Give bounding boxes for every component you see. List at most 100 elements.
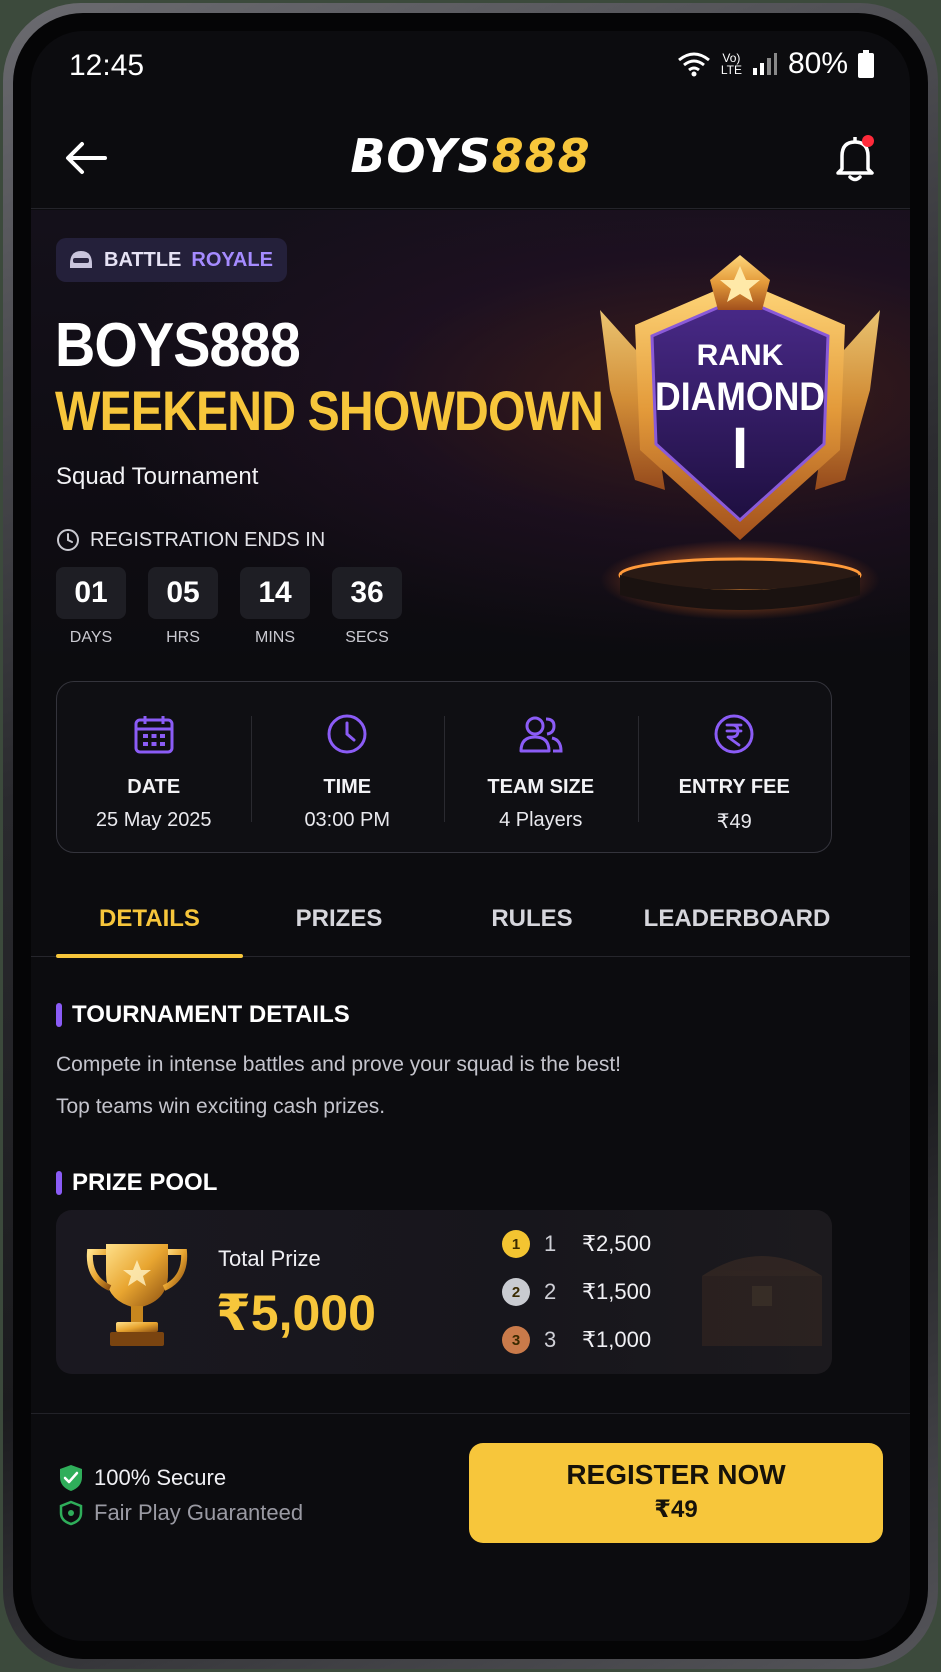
bronze-medal-icon: 3 xyxy=(502,1326,530,1354)
battery-icon xyxy=(858,50,874,78)
tab-leaderboard[interactable]: LEADERBOARD xyxy=(629,877,845,957)
tab-details[interactable]: DETAILS xyxy=(56,877,243,958)
hero-banner: BATTLE ROYALE BOYS888 WEEKEND SHOWDOWN S… xyxy=(31,210,910,670)
prize-place-3: 3 3 ₹1,000 xyxy=(502,1326,651,1354)
secure-text: 100% Secure xyxy=(94,1465,227,1490)
shield-icon xyxy=(59,1500,83,1526)
hero-title-line2: WEEKEND SHOWDOWN xyxy=(55,379,604,442)
bottom-action-bar: 100% Secure Fair Play Guaranteed REGISTE… xyxy=(31,1413,910,1563)
total-prize-label: Total Prize xyxy=(218,1246,321,1271)
prize-pool-card: Total Prize ₹5,000 1 1 ₹2,500 2 2 ₹1,500… xyxy=(56,1210,832,1374)
helmet-icon xyxy=(70,251,92,268)
mode-badge-text-royale: ROYALE xyxy=(191,248,273,271)
phone-bezel: 12:45 Vo) LTE 80% BOYS888 BATTLE ROYALE … xyxy=(13,13,928,1659)
lte-indicator: Vo) LTE xyxy=(721,52,742,76)
prize-place-1: 1 1 ₹2,500 xyxy=(502,1230,651,1258)
info-date: DATE 25 May 2025 xyxy=(57,682,251,852)
status-icons: Vo) LTE 80% xyxy=(677,47,874,81)
brand-logo-white: BOYS xyxy=(350,129,492,183)
registration-label: REGISTRATION ENDS IN xyxy=(56,528,325,552)
tab-rules[interactable]: RULES xyxy=(435,877,629,957)
users-icon xyxy=(519,716,563,753)
place-number: 3 xyxy=(544,1327,557,1352)
status-time: 12:45 xyxy=(69,49,145,82)
clock-icon xyxy=(327,714,367,754)
countdown-days: 01 DAYS xyxy=(56,567,126,647)
phone-frame: 12:45 Vo) LTE 80% BOYS888 BATTLE ROYALE … xyxy=(3,3,938,1669)
clock-icon xyxy=(57,529,79,551)
section-accent-bar xyxy=(56,1171,62,1195)
mode-badge: BATTLE ROYALE xyxy=(56,238,287,282)
place-amount: ₹1,500 xyxy=(582,1279,652,1304)
gold-medal-icon: 1 xyxy=(502,1230,530,1258)
wifi-icon xyxy=(677,52,710,77)
countdown-minutes: 14 MINS xyxy=(240,567,310,647)
info-label: ENTRY FEE xyxy=(678,776,790,798)
registration-label-text: REGISTRATION ENDS IN xyxy=(90,528,326,551)
info-value: ₹49 xyxy=(716,811,752,833)
mode-badge-text-battle: BATTLE xyxy=(104,248,182,271)
info-label: TEAM SIZE xyxy=(487,776,595,798)
info-label: TIME xyxy=(323,776,372,798)
countdown: 01 DAYS 05 HRS 14 MINS 36 SECS xyxy=(56,567,402,647)
notifications-button[interactable] xyxy=(828,131,882,185)
tab-prizes[interactable]: PRIZES xyxy=(243,877,435,957)
place-amount: ₹1,000 xyxy=(582,1327,652,1352)
section-heading-text: PRIZE POOL xyxy=(72,1169,218,1196)
place-number: 2 xyxy=(544,1279,557,1304)
info-value: 4 Players xyxy=(499,809,583,831)
trophy-icon xyxy=(86,1244,188,1346)
info-team-size: TEAM SIZE 4 Players xyxy=(444,682,638,852)
details-line-1: Compete in intense battles and prove you… xyxy=(56,1053,622,1076)
countdown-hours: 05 HRS xyxy=(148,567,218,647)
rank-text-line2: DIAMOND xyxy=(655,375,825,419)
register-button-fee: ₹49 xyxy=(654,1496,698,1523)
place-amount: ₹2,500 xyxy=(582,1231,652,1256)
rank-text-line1: RANK xyxy=(697,339,784,372)
app-header: BOYS888 xyxy=(31,109,910,209)
info-entry-fee: ENTRY FEE ₹49 xyxy=(637,682,832,852)
battery-percent: 80% xyxy=(787,47,848,80)
countdown-value: 14 xyxy=(240,567,310,619)
lte-bottom: LTE xyxy=(720,63,742,77)
register-now-button[interactable]: REGISTER NOW ₹49 xyxy=(469,1443,883,1543)
rank-emblem: RANK DIAMOND I xyxy=(600,255,880,620)
secure-row: 100% Secure xyxy=(58,1464,226,1492)
fair-play-row: Fair Play Guaranteed xyxy=(58,1500,303,1526)
details-line-2: Top teams win exciting cash prizes. xyxy=(56,1095,386,1118)
notification-dot xyxy=(862,135,874,147)
treasure-chest-icon xyxy=(702,1256,822,1346)
hero-title-line1: BOYS888 xyxy=(55,311,301,380)
countdown-label: SECS xyxy=(345,629,389,646)
hero-subtitle: Squad Tournament xyxy=(56,463,259,490)
tab-bar: DETAILS PRIZES RULES LEADERBOARD xyxy=(31,877,910,958)
screen: 12:45 Vo) LTE 80% BOYS888 BATTLE ROYALE … xyxy=(31,31,910,1641)
info-label: DATE xyxy=(127,776,181,798)
rank-text-line3: I xyxy=(732,416,748,481)
status-bar: 12:45 Vo) LTE 80% xyxy=(31,31,910,109)
place-number: 1 xyxy=(544,1231,557,1256)
countdown-value: 05 xyxy=(148,567,218,619)
section-accent-bar xyxy=(56,1003,62,1027)
rupee-icon xyxy=(714,714,754,754)
info-time: TIME 03:00 PM xyxy=(250,682,445,852)
info-value: 03:00 PM xyxy=(304,809,391,831)
tournament-details-heading: TOURNAMENT DETAILS xyxy=(56,1001,350,1029)
prize-place-2: 2 2 ₹1,500 xyxy=(502,1278,651,1306)
tournament-info-card: DATE 25 May 2025 TIME 03:00 PM TEAM SIZE… xyxy=(56,681,832,853)
countdown-label: HRS xyxy=(166,629,200,646)
total-prize-value: ₹5,000 xyxy=(216,1285,376,1341)
brand-logo: BOYS888 xyxy=(31,129,910,183)
countdown-value: 01 xyxy=(56,567,126,619)
shield-check-icon xyxy=(60,1465,82,1491)
brand-logo-gold: 888 xyxy=(491,129,591,183)
register-button-label: REGISTER NOW xyxy=(566,1459,786,1490)
countdown-label: DAYS xyxy=(69,629,113,646)
countdown-seconds: 36 SECS xyxy=(332,567,402,647)
calendar-icon xyxy=(134,716,174,754)
countdown-label: MINS xyxy=(255,629,295,646)
prize-pool-heading: PRIZE POOL xyxy=(56,1169,217,1197)
silver-medal-icon: 2 xyxy=(502,1278,530,1306)
signal-icon xyxy=(752,53,777,75)
info-value: 25 May 2025 xyxy=(95,809,212,831)
